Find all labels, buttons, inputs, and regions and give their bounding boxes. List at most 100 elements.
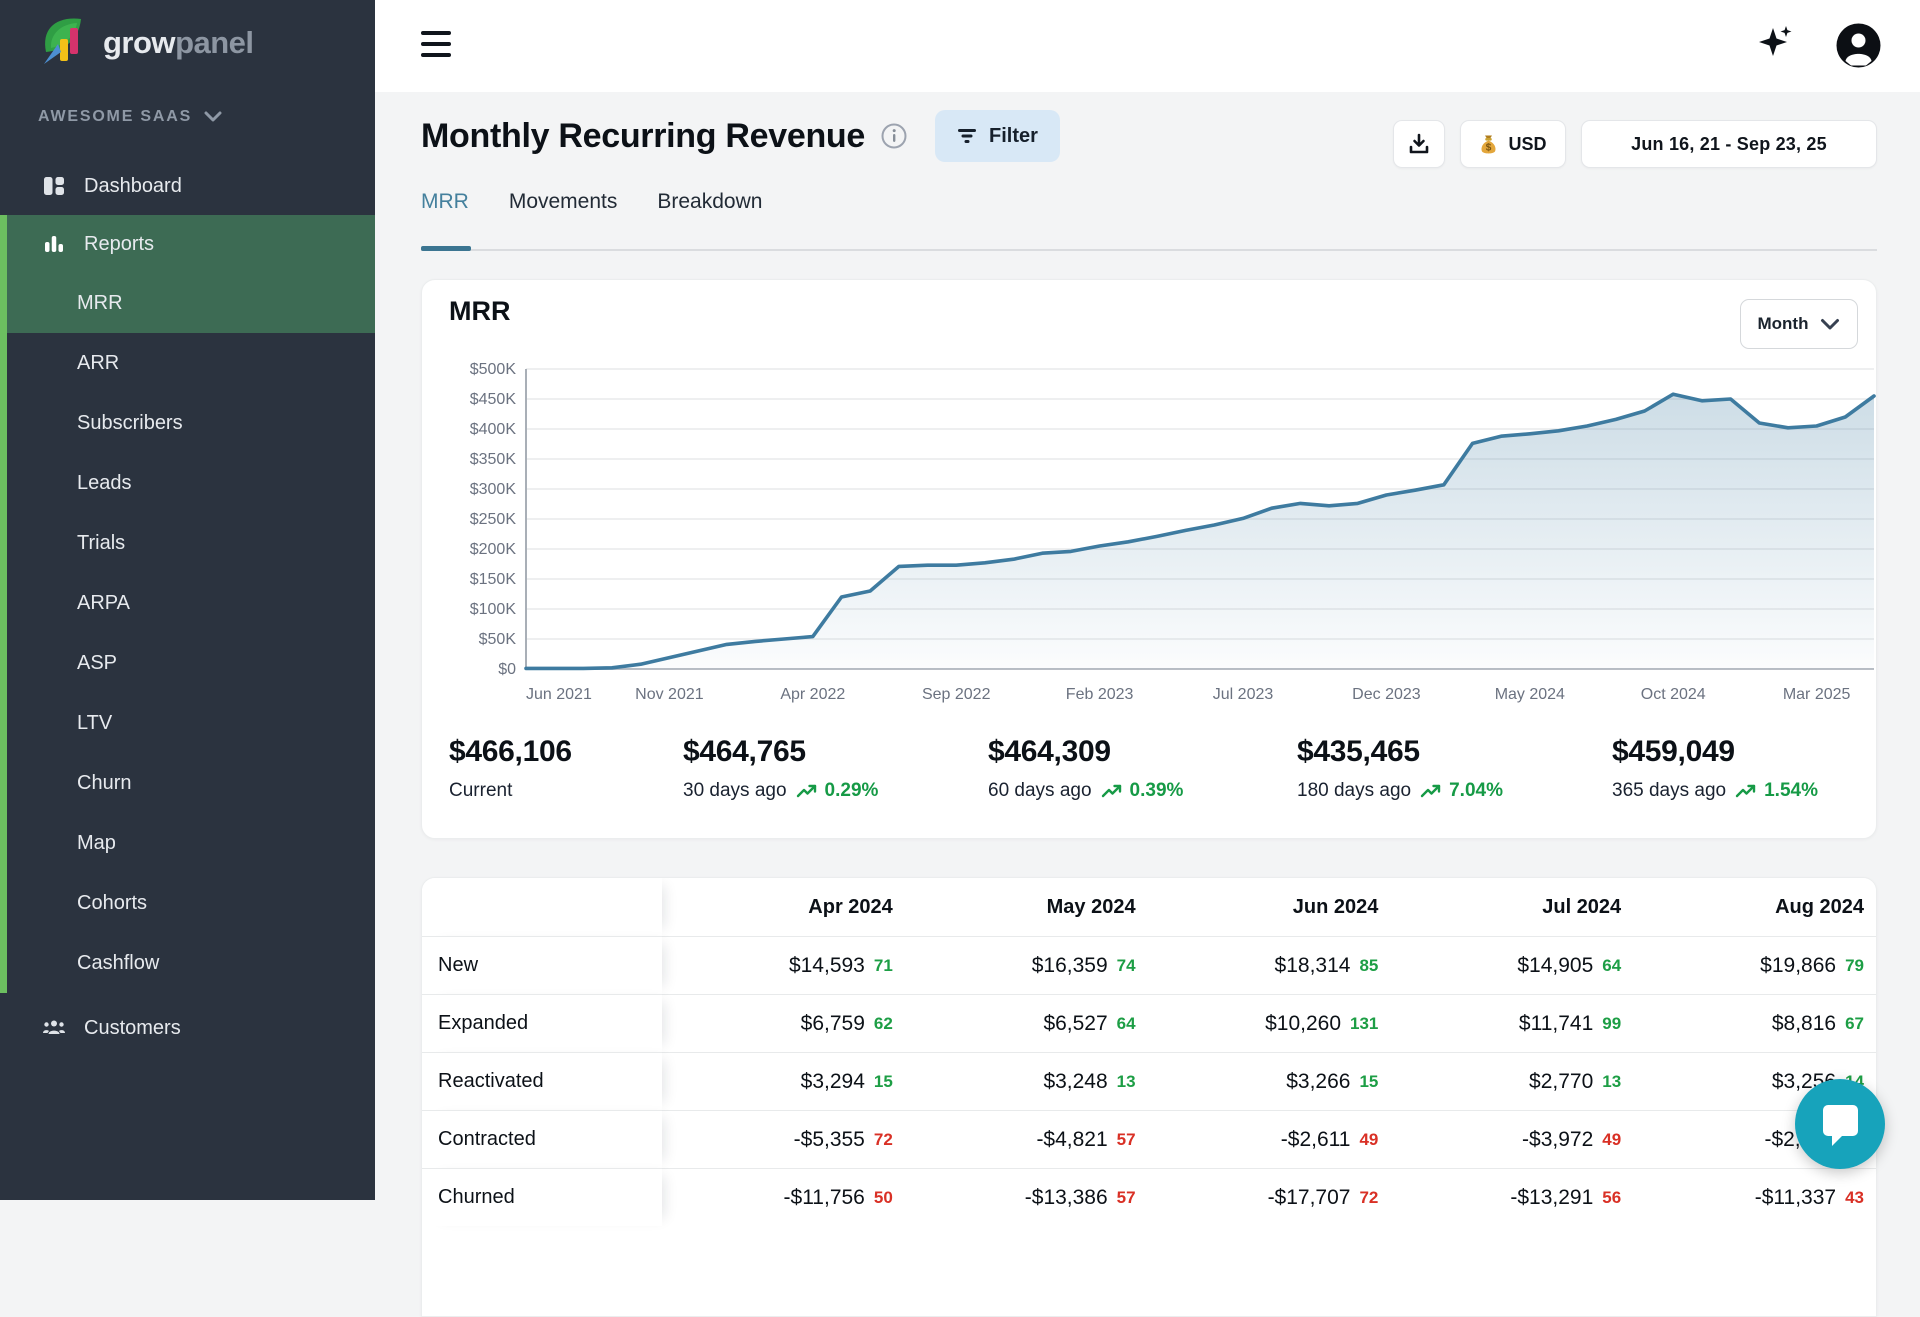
table-cell-count: 72: [1359, 1188, 1378, 1208]
report-tabs: MRR Movements Breakdown: [421, 190, 762, 214]
filter-button[interactable]: Filter: [935, 110, 1060, 162]
sidebar-subitem-arpa[interactable]: ARPA: [7, 573, 375, 633]
date-range-button[interactable]: Jun 16, 21 - Sep 23, 25: [1581, 120, 1877, 168]
interval-dropdown[interactable]: Month: [1740, 299, 1858, 349]
table-cell-count: 67: [1845, 1014, 1864, 1034]
x-axis-tick: May 2024: [1495, 686, 1565, 703]
table-cell-amount: $10,260: [1265, 1012, 1341, 1036]
filter-icon: [957, 128, 977, 144]
y-axis-tick: $450K: [470, 391, 517, 408]
sidebar-subitem-arr[interactable]: ARR: [7, 333, 375, 393]
table-cell-amount: -$4,821: [1036, 1128, 1107, 1152]
table-cell-amount: -$13,291: [1510, 1186, 1593, 1210]
money-bag-icon: $: [1479, 134, 1498, 155]
stat-current: $466,106 Current: [449, 735, 572, 802]
x-axis-tick: Sep 2022: [922, 686, 991, 703]
stat-change: 1.54%: [1735, 780, 1818, 802]
table-cell: -$13,38657: [905, 1168, 1148, 1226]
mrr-breakdown-table-card: Apr 2024May 2024Jun 2024Jul 2024Aug 2024…: [421, 877, 1877, 1317]
chevron-down-icon: [1820, 318, 1840, 331]
chat-launcher-button[interactable]: [1795, 1079, 1885, 1169]
sidebar-item-reports[interactable]: Reports: [7, 215, 375, 273]
table-cell: $11,74199: [1390, 994, 1633, 1052]
stat-value: $435,465: [1297, 735, 1503, 769]
ai-assistant-button[interactable]: [1753, 22, 1799, 68]
bar-chart-icon: [42, 232, 66, 256]
mrr-line-chart[interactable]: $0$50K$100K$150K$200K$250K$300K$350K$400…: [422, 351, 1878, 651]
interval-label: Month: [1758, 314, 1809, 334]
tabs-divider: [421, 249, 1877, 251]
topbar: [375, 0, 1920, 92]
table-cell-amount: -$11,756: [784, 1186, 865, 1210]
sidebar-item-dashboard[interactable]: Dashboard: [0, 157, 375, 215]
sidebar-subitem-subscribers[interactable]: Subscribers: [7, 393, 375, 453]
x-axis-tick: Jun 2021: [526, 686, 592, 703]
table-cell-count: 56: [1602, 1188, 1621, 1208]
main-content: Monthly Recurring Revenue Filter: [375, 92, 1920, 1200]
x-axis-tick: Nov 2021: [635, 686, 704, 703]
table-column-header: Jun 2024: [1148, 878, 1391, 936]
table-cell-amount: -$11,337: [1755, 1186, 1836, 1210]
table-cell: $18,31485: [1148, 936, 1391, 994]
table-cell-count: 64: [1117, 1014, 1136, 1034]
table-cell: $8,81667: [1633, 994, 1876, 1052]
logo[interactable]: growpanel: [37, 12, 254, 73]
tab-movements[interactable]: Movements: [509, 190, 618, 214]
table-column-header: May 2024: [905, 878, 1148, 936]
tab-breakdown[interactable]: Breakdown: [657, 190, 762, 214]
table-cell-amount: -$3,972: [1522, 1128, 1593, 1152]
chat-icon: [1795, 1079, 1885, 1169]
table-cell: -$2,61149: [1148, 1110, 1391, 1168]
sidebar-subitem-cashflow[interactable]: Cashflow: [7, 933, 375, 993]
svg-text:$: $: [1486, 142, 1492, 153]
team-name: AWESOME SAAS: [38, 108, 192, 126]
table-cell-amount: $19,866: [1760, 954, 1836, 978]
table-cell: -$5,35572: [662, 1110, 905, 1168]
brand-name: growpanel: [103, 25, 254, 61]
customers-icon: [42, 1016, 66, 1040]
y-axis-tick: $400K: [470, 421, 517, 438]
trend-up-icon: [1420, 783, 1442, 799]
table-cell-amount: -$17,707: [1268, 1186, 1351, 1210]
sparkle-icon: [1753, 22, 1799, 68]
user-avatar[interactable]: [1836, 23, 1881, 68]
mrr-chart-card: MRR Month $0$50K$100K$150K$200K$250K$300…: [421, 279, 1877, 839]
chart-title: MRR: [449, 296, 511, 327]
table-cell-count: 72: [874, 1130, 893, 1150]
stat-value: $464,765: [683, 735, 878, 769]
sidebar-subitem-mrr[interactable]: MRR: [7, 273, 375, 333]
sidebar-subitem-asp[interactable]: ASP: [7, 633, 375, 693]
sidebar-subitem-churn[interactable]: Churn: [7, 753, 375, 813]
menu-toggle-button[interactable]: [421, 31, 451, 57]
table-cell-count: 71: [874, 956, 893, 976]
info-icon[interactable]: [881, 123, 907, 149]
currency-label: USD: [1508, 134, 1546, 155]
y-axis-tick: $500K: [470, 361, 517, 378]
table-cell-count: 50: [874, 1188, 893, 1208]
table-cell: -$4,821 57: [905, 1110, 1148, 1168]
table-cell: -$11,33743: [1633, 1168, 1876, 1226]
table-cell-count: 99: [1602, 1014, 1621, 1034]
table-cell-count: 15: [1359, 1072, 1378, 1092]
export-download-button[interactable]: [1393, 120, 1445, 168]
tab-mrr[interactable]: MRR: [421, 190, 469, 214]
sidebar-subitem-cohorts[interactable]: Cohorts: [7, 873, 375, 933]
trend-up-icon: [1101, 783, 1123, 799]
sidebar-subitem-ltv[interactable]: LTV: [7, 693, 375, 753]
table-cell-count: 13: [1117, 1072, 1136, 1092]
currency-selector-button[interactable]: $ USD: [1460, 120, 1566, 168]
sidebar-subitem-trials[interactable]: Trials: [7, 513, 375, 573]
table-cell: $6,75962: [662, 994, 905, 1052]
avatar-icon: [1836, 23, 1881, 68]
sidebar-subitem-leads[interactable]: Leads: [7, 453, 375, 513]
table-cell-amount: $6,527: [1043, 1012, 1107, 1036]
sidebar-subitem-map[interactable]: Map: [7, 813, 375, 873]
team-selector[interactable]: AWESOME SAAS: [38, 108, 222, 126]
x-axis-tick: Oct 2024: [1641, 686, 1706, 703]
y-axis-tick: $200K: [470, 541, 517, 558]
x-axis-tick: Apr 2022: [780, 686, 845, 703]
sidebar-item-customers[interactable]: Customers: [0, 998, 375, 1058]
table-cell-count: 57: [1117, 1130, 1136, 1150]
sidebar: growpanel AWESOME SAAS Dashboard Reports…: [0, 0, 375, 1200]
table-cell-amount: $14,905: [1517, 954, 1593, 978]
